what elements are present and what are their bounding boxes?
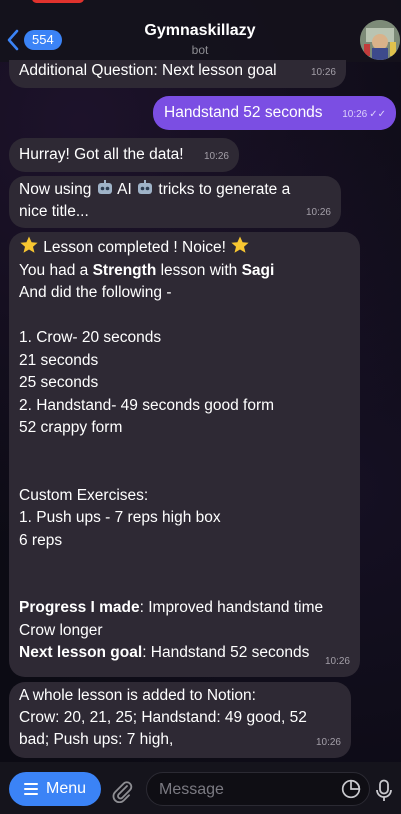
message-text: Additional Question: Next lesson goal [19,62,277,79]
message-bubble-outgoing[interactable]: Handstand 52 seconds 10:26 ✓✓ [153,96,396,130]
star-icon [231,236,249,253]
message-text: AI [113,181,137,198]
microphone-icon[interactable] [374,779,394,803]
message-text: Lesson completed ! Noice! [39,239,231,256]
message-time: 10:26 [203,150,229,162]
message-line: And did the following - [19,284,172,301]
message-placeholder: Message [159,781,224,798]
status-pill [32,0,84,3]
message-text: lesson with [156,261,242,279]
goal-label: Next lesson goal [19,644,143,661]
message-line: Next lesson goal: Handstand 52 seconds [19,642,350,665]
star-icon [20,236,38,253]
message-line: 1. Push ups - 7 reps high box [19,509,221,526]
chevron-left-icon [7,29,19,51]
message-bubble-incoming[interactable]: Additional Question: Next lesson goal 10… [9,60,346,88]
message-bubble-incoming[interactable]: Hurray! Got all the data! 10:26 [9,138,239,172]
message-line: Lesson completed ! Noice! [19,235,350,260]
message-bubble-incoming[interactable]: A whole lesson is added to Notion: Crow:… [9,682,351,758]
chat-title[interactable]: Gymnaskillazy [100,22,300,40]
message-time-wrap: 10:26 ✓✓ [342,104,386,127]
message-line: You had a Strength lesson with Sagi [19,260,350,283]
menu-label: Menu [45,780,87,797]
paperclip-icon[interactable] [110,779,134,803]
progress-label: Progress I made [19,599,140,616]
back-button[interactable]: 554 [6,28,62,52]
message-line: 21 seconds [19,351,99,369]
message-line: Custom Exercises: [19,486,149,504]
avatar-image [360,20,400,60]
message-time: 10:26 [315,737,341,748]
message-line: Crow longer [19,621,103,639]
chat-subtitle: bot [191,43,209,57]
composer-bar: Menu Message [0,762,401,814]
chat-header: 554 Gymnaskillazy bot [0,0,401,62]
message-text: : Handstand 52 seconds [142,644,310,661]
message-time: 10:26 [342,108,368,120]
message-bubble-incoming[interactable]: Now using AI tricks to generate a nice t… [9,176,341,228]
double-check-icon: ✓✓ [369,108,386,120]
message-line: A whole lesson is added to Notion: [19,687,256,704]
message-line: bad; Push ups: 7 high, [19,731,174,748]
sticker-icon[interactable] [341,779,361,799]
robot-icon [138,180,153,194]
lesson-type: Strength [92,261,157,279]
message-time: 10:26 [324,655,350,667]
message-line: 25 seconds [19,374,99,391]
menu-button[interactable]: Menu [9,772,101,806]
message-line: 6 reps [19,531,63,549]
message-text: : Improved handstand time [139,599,324,616]
robot-icon [97,180,112,194]
message-line: Now using AI tricks to generate a [19,179,331,201]
menu-icon [23,783,38,795]
message-time: 10:26 [310,66,336,78]
message-text: Now using [19,181,96,198]
message-line: nice title... [19,203,89,220]
message-line: Progress I made: Improved handstand time [19,597,350,620]
message-line: 52 crappy form [19,419,123,436]
message-time: 10:26 [305,207,331,218]
coach-name: Sagi [241,261,275,279]
message-bubble-incoming[interactable]: Lesson completed ! Noice! You had a Stre… [9,232,360,677]
message-text: Hurray! Got all the data! [19,146,184,163]
message-text: You had a [19,261,93,279]
message-text: tricks to generate a [154,181,291,198]
bot-avatar[interactable] [360,20,400,60]
message-text: Handstand 52 seconds [164,104,323,121]
message-line: 2. Handstand- 49 seconds good form [19,396,275,414]
unread-count-badge: 554 [24,30,62,50]
message-input[interactable]: Message [146,772,370,806]
message-line: 1. Crow- 20 seconds [19,329,162,346]
message-line: Crow: 20, 21, 25; Handstand: 49 good, 52 [19,709,307,726]
